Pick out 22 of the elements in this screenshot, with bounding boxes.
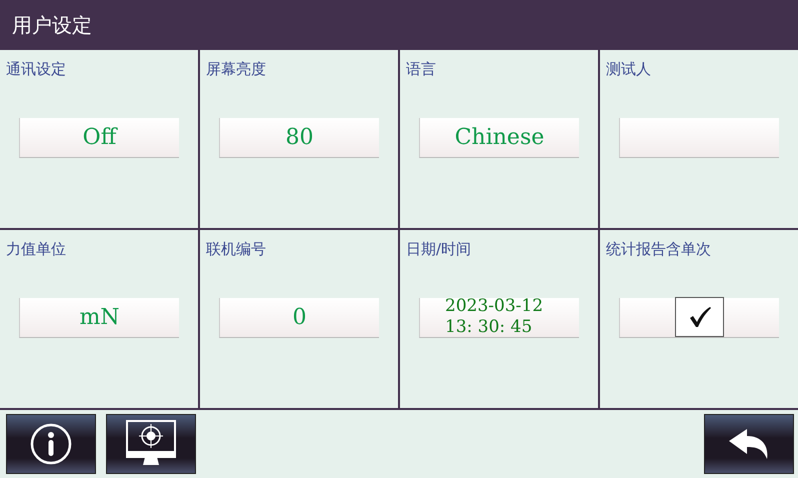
- setting-label: 屏幕亮度: [206, 60, 267, 79]
- setting-label: 语言: [406, 60, 437, 79]
- datetime-field[interactable]: 2023-03-12 13: 30: 45: [419, 298, 579, 338]
- info-button[interactable]: [6, 414, 96, 474]
- value-field[interactable]: 80: [219, 118, 379, 158]
- info-icon: [29, 422, 73, 466]
- setting-label: 通讯设定: [6, 60, 67, 79]
- setting-label: 测试人: [606, 60, 652, 79]
- checkmark-icon: [688, 306, 712, 328]
- checkbox[interactable]: [675, 297, 724, 337]
- value-field[interactable]: Off: [19, 118, 179, 158]
- setting-label: 统计报告含单次: [606, 240, 712, 259]
- value-field[interactable]: Chinese: [419, 118, 579, 158]
- window-title: 用户设定: [12, 12, 92, 38]
- setting-label: 日期/时间: [406, 240, 472, 259]
- setting-label: 力值单位: [6, 240, 67, 259]
- back-button[interactable]: [704, 414, 794, 474]
- value-field[interactable]: mN: [19, 298, 179, 338]
- calibration-button[interactable]: [106, 414, 196, 474]
- setting-label: 联机编号: [206, 240, 267, 259]
- value-field[interactable]: 0: [219, 298, 379, 338]
- value-field[interactable]: [619, 118, 779, 158]
